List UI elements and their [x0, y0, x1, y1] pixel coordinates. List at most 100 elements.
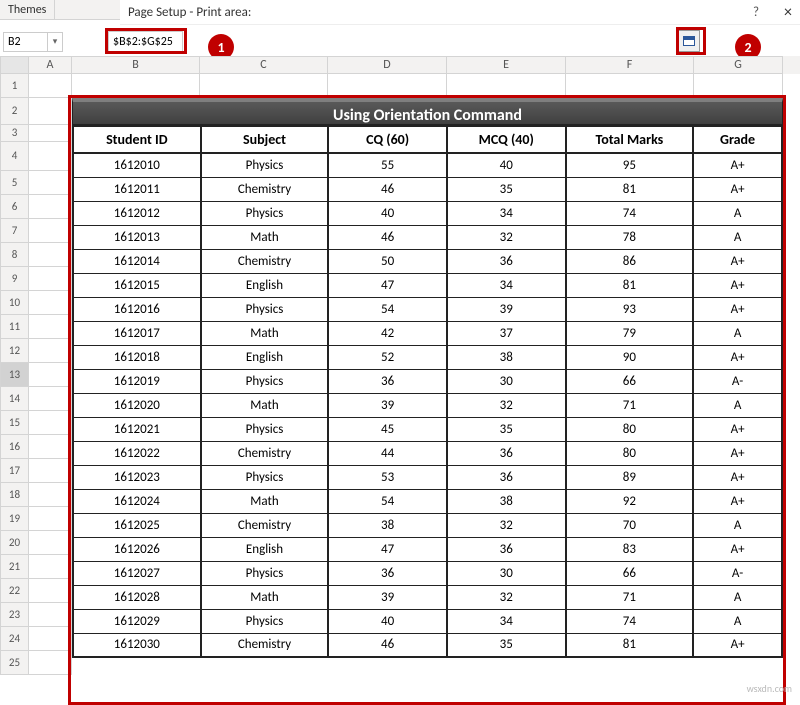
row-header[interactable]: 18: [0, 483, 29, 507]
table-cell[interactable]: 40: [328, 201, 447, 225]
table-cell[interactable]: 46: [328, 225, 447, 249]
table-cell[interactable]: 36: [447, 441, 566, 465]
table-cell[interactable]: 42: [328, 321, 447, 345]
table-cell[interactable]: 81: [566, 273, 694, 297]
table-row[interactable]: 1612023Physics533689A+: [73, 465, 782, 489]
cell[interactable]: [29, 603, 72, 627]
table-cell[interactable]: 1612010: [73, 153, 201, 177]
row-header[interactable]: 2: [0, 98, 29, 125]
table-cell[interactable]: Physics: [201, 561, 329, 585]
table-cell[interactable]: 47: [328, 537, 447, 561]
table-cell[interactable]: 80: [566, 441, 694, 465]
cell[interactable]: [29, 363, 72, 387]
table-row[interactable]: 1612015English473481A+: [73, 273, 782, 297]
table-cell[interactable]: 71: [566, 585, 694, 609]
table-cell[interactable]: 1612026: [73, 537, 201, 561]
table-cell[interactable]: A: [693, 201, 782, 225]
cell[interactable]: [29, 171, 72, 195]
table-cell[interactable]: 39: [447, 297, 566, 321]
table-cell[interactable]: Physics: [201, 609, 329, 633]
cell[interactable]: [29, 291, 72, 315]
table-cell[interactable]: A-: [693, 369, 782, 393]
table-cell[interactable]: 1612012: [73, 201, 201, 225]
table-cell[interactable]: 38: [447, 345, 566, 369]
table-cell[interactable]: English: [201, 345, 329, 369]
table-cell[interactable]: 40: [447, 153, 566, 177]
table-cell[interactable]: 32: [447, 585, 566, 609]
table-cell[interactable]: English: [201, 537, 329, 561]
select-all-corner[interactable]: [0, 56, 29, 74]
table-cell[interactable]: 52: [328, 345, 447, 369]
cell[interactable]: [29, 267, 72, 291]
table-cell[interactable]: 81: [566, 633, 694, 657]
table-cell[interactable]: 1612015: [73, 273, 201, 297]
table-cell[interactable]: 93: [566, 297, 694, 321]
table-cell[interactable]: 1612023: [73, 465, 201, 489]
table-cell[interactable]: A: [693, 513, 782, 537]
table-cell[interactable]: A+: [693, 417, 782, 441]
row-header[interactable]: 20: [0, 531, 29, 555]
row-header[interactable]: 5: [0, 171, 29, 195]
table-cell[interactable]: Math: [201, 321, 329, 345]
print-area-input[interactable]: [108, 31, 183, 53]
table-row[interactable]: 1612026English473683A+: [73, 537, 782, 561]
table-cell[interactable]: Physics: [201, 369, 329, 393]
row-header[interactable]: 11: [0, 315, 29, 339]
table-cell[interactable]: 1612025: [73, 513, 201, 537]
cell[interactable]: [29, 555, 72, 579]
table-cell[interactable]: 45: [328, 417, 447, 441]
row-header[interactable]: 17: [0, 459, 29, 483]
col-header[interactable]: G: [694, 56, 783, 74]
cell[interactable]: [29, 315, 72, 339]
table-cell[interactable]: 1612017: [73, 321, 201, 345]
table-cell[interactable]: A+: [693, 633, 782, 657]
table-row[interactable]: 1612010Physics554095A+: [73, 153, 782, 177]
table-cell[interactable]: 35: [447, 177, 566, 201]
row-header[interactable]: 1: [0, 74, 29, 98]
table-cell[interactable]: Physics: [201, 297, 329, 321]
table-cell[interactable]: Math: [201, 489, 329, 513]
cell[interactable]: [29, 339, 72, 363]
table-cell[interactable]: 66: [566, 561, 694, 585]
table-cell[interactable]: 1612028: [73, 585, 201, 609]
name-box-dropdown-icon[interactable]: ▾: [48, 32, 63, 52]
table-cell[interactable]: 1612016: [73, 297, 201, 321]
col-header[interactable]: E: [447, 56, 566, 74]
table-row[interactable]: 1612027Physics363066A-: [73, 561, 782, 585]
row-header[interactable]: 16: [0, 435, 29, 459]
table-cell[interactable]: 36: [328, 369, 447, 393]
table-cell[interactable]: 53: [328, 465, 447, 489]
cell[interactable]: [29, 507, 72, 531]
table-cell[interactable]: 38: [447, 489, 566, 513]
table-cell[interactable]: Chemistry: [201, 177, 329, 201]
table-cell[interactable]: Chemistry: [201, 441, 329, 465]
cell[interactable]: [29, 531, 72, 555]
table-cell[interactable]: A+: [693, 441, 782, 465]
table-cell[interactable]: 34: [447, 273, 566, 297]
dialog-help-button[interactable]: ?: [753, 5, 759, 20]
table-cell[interactable]: 1612018: [73, 345, 201, 369]
table-cell[interactable]: 78: [566, 225, 694, 249]
table-cell[interactable]: 1612027: [73, 561, 201, 585]
grid-body[interactable]: 1 Using Orientation Command Student ID S…: [0, 74, 800, 98]
row-header[interactable]: 6: [0, 195, 29, 219]
row-header[interactable]: 24: [0, 627, 29, 651]
row-header[interactable]: 7: [0, 219, 29, 243]
table-cell[interactable]: 83: [566, 537, 694, 561]
table-cell[interactable]: 1612011: [73, 177, 201, 201]
cell[interactable]: [29, 142, 72, 171]
row-header[interactable]: 8: [0, 243, 29, 267]
table-cell[interactable]: 34: [447, 609, 566, 633]
table-cell[interactable]: 80: [566, 417, 694, 441]
table-cell[interactable]: Physics: [201, 417, 329, 441]
table-cell[interactable]: 36: [447, 249, 566, 273]
row-header[interactable]: 3: [0, 125, 29, 142]
table-row[interactable]: 1612016Physics543993A+: [73, 297, 782, 321]
table-cell[interactable]: 1612024: [73, 489, 201, 513]
cell[interactable]: [29, 125, 72, 142]
cell[interactable]: [29, 435, 72, 459]
table-cell[interactable]: 32: [447, 225, 566, 249]
table-cell[interactable]: Math: [201, 393, 329, 417]
table-cell[interactable]: Math: [201, 585, 329, 609]
cell[interactable]: [29, 98, 72, 125]
